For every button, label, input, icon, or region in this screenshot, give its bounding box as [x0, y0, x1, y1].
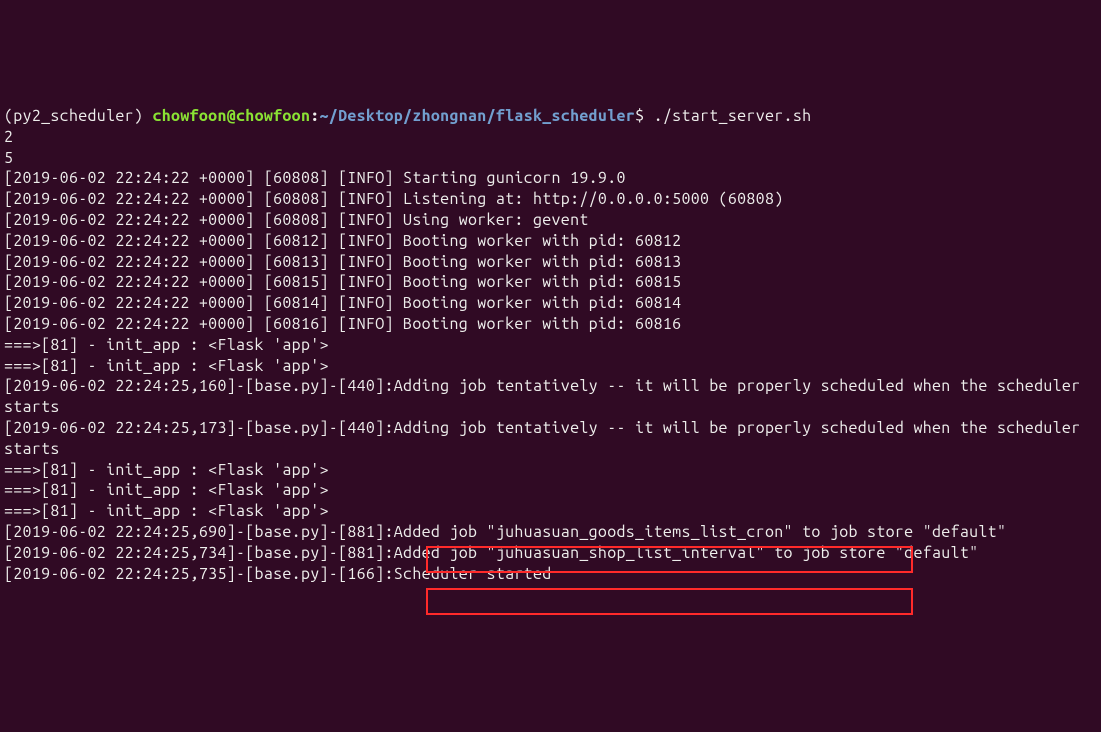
output-line: [2019-06-02 22:24:22 +0000] [60808] [INF…	[4, 211, 589, 229]
output-line: ===>[81] - init_app : <Flask 'app'>	[4, 481, 329, 499]
output-line: [2019-06-02 22:24:22 +0000] [60812] [INF…	[4, 232, 681, 250]
prompt-line: (py2_scheduler) chowfoon@chowfoon:~/Desk…	[4, 107, 811, 125]
output-line: ===>[81] - init_app : <Flask 'app'>	[4, 502, 329, 520]
output-line: 2	[4, 128, 13, 146]
highlight-box-2	[426, 588, 913, 615]
output-line: ===>[81] - init_app : <Flask 'app'>	[4, 357, 329, 375]
output-line: [2019-06-02 22:24:22 +0000] [60816] [INF…	[4, 315, 681, 333]
prompt-userhost: chowfoon@chowfoon	[152, 107, 310, 125]
prompt-colon: :	[310, 107, 319, 125]
output-line: [2019-06-02 22:24:22 +0000] [60813] [INF…	[4, 253, 681, 271]
output-line: [2019-06-02 22:24:25,160]-[base.py]-[440…	[4, 377, 1090, 416]
output-line: [2019-06-02 22:24:22 +0000] [60808] [INF…	[4, 190, 784, 208]
output-line: ===>[81] - init_app : <Flask 'app'>	[4, 461, 329, 479]
prompt-path: ~/Desktop/zhongnan/flask_scheduler	[320, 107, 636, 125]
output-line: 5	[4, 149, 13, 167]
output-line: [2019-06-02 22:24:25,173]-[base.py]-[440…	[4, 419, 1090, 458]
prompt-dollar: $	[635, 107, 654, 125]
terminal-output-container[interactable]: (py2_scheduler) chowfoon@chowfoon:~/Desk…	[4, 85, 1097, 626]
output-line: [2019-06-02 22:24:22 +0000] [60814] [INF…	[4, 294, 681, 312]
output-line: [2019-06-02 22:24:22 +0000] [60815] [INF…	[4, 273, 681, 291]
output-line: [2019-06-02 22:24:22 +0000] [60808] [INF…	[4, 169, 626, 187]
highlight-box-1	[426, 546, 913, 573]
prompt-env: (py2_scheduler)	[4, 107, 152, 125]
command-typed: ./start_server.sh	[654, 107, 812, 125]
output-line: ===>[81] - init_app : <Flask 'app'>	[4, 336, 329, 354]
output-line: [2019-06-02 22:24:25,690]-[base.py]-[881…	[4, 523, 1006, 541]
